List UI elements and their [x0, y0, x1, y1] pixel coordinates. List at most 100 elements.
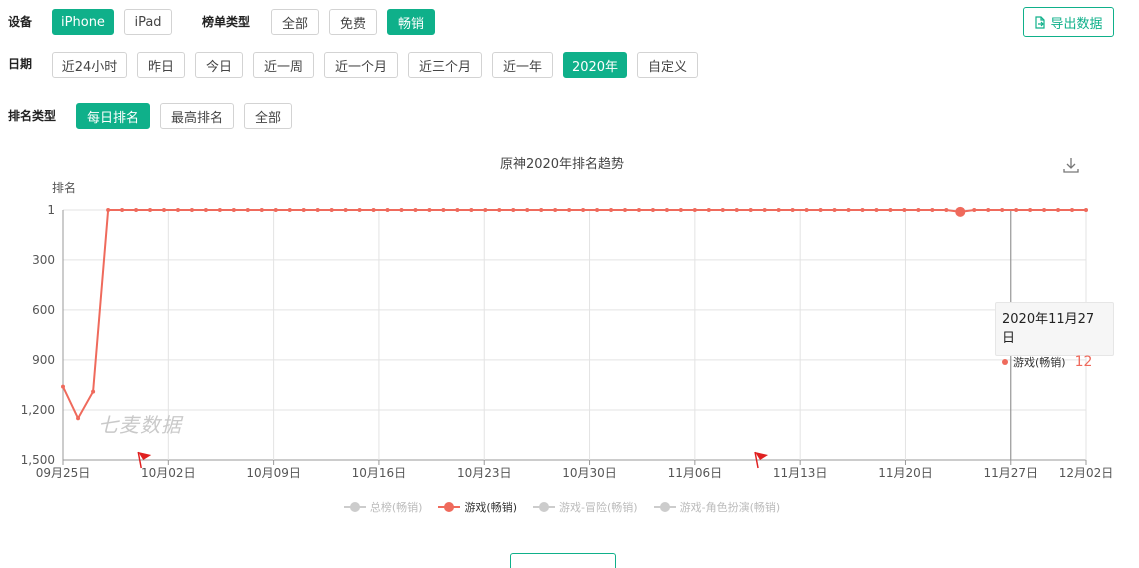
data-point — [888, 208, 893, 212]
data-point — [231, 208, 236, 212]
data-point — [818, 208, 823, 212]
data-point — [357, 208, 362, 212]
y-tick-label: 1,200 — [21, 403, 55, 417]
data-point — [1056, 208, 1061, 212]
legend-item-rpg[interactable]: 游戏-角色扮演(畅销) — [653, 499, 780, 515]
data-point — [91, 389, 96, 394]
data-point — [175, 208, 180, 212]
series-line-games — [62, 209, 1086, 421]
data-point — [427, 208, 432, 212]
data-point — [162, 208, 167, 212]
y-tick-label: 1,500 — [21, 453, 55, 467]
x-tick-label: 10月09日 — [246, 466, 301, 480]
legend-marker — [653, 502, 676, 512]
data-point — [259, 208, 264, 212]
data-point — [650, 208, 655, 212]
data-point — [902, 208, 907, 212]
x-tick-label: 11月13日 — [773, 466, 828, 480]
data-point — [61, 384, 65, 389]
data-point — [273, 208, 278, 212]
data-point — [203, 208, 208, 212]
legend-item-games[interactable]: 游戏(畅销) — [438, 499, 517, 515]
data-point — [664, 208, 669, 212]
data-point — [581, 208, 586, 212]
data-point — [874, 208, 879, 212]
data-point — [315, 208, 320, 212]
x-tick-label: 10月30日 — [562, 466, 617, 480]
data-point — [692, 208, 697, 212]
data-point — [916, 208, 921, 212]
data-point — [748, 208, 753, 212]
tooltip-value: 12 — [1074, 354, 1093, 370]
x-tick-label: 10月02日 — [141, 466, 196, 480]
data-point — [930, 208, 935, 212]
x-tick-label: 10月16日 — [352, 466, 407, 480]
data-point — [76, 416, 81, 421]
data-point — [413, 208, 418, 212]
data-point — [287, 208, 292, 212]
rank-trend-chart: 1 300 600 900 1,200 1,500 09月25日 10月02日 10月09日 1… — [21, 154, 1113, 480]
data-point — [455, 208, 460, 212]
data-point — [148, 208, 153, 212]
x-tick-label: 11月20日 — [878, 466, 933, 480]
data-point — [609, 208, 614, 212]
data-point — [706, 208, 711, 212]
data-point — [1028, 208, 1033, 212]
data-point — [399, 208, 404, 212]
data-point — [189, 208, 194, 212]
y-tick-label: 1 — [47, 203, 55, 217]
data-point — [846, 208, 851, 212]
series-points — [61, 206, 1088, 421]
data-point — [1070, 208, 1075, 212]
data-point — [734, 208, 739, 212]
data-point — [790, 208, 795, 212]
data-point — [134, 208, 139, 212]
data-point — [1084, 208, 1088, 212]
x-tick-label: 09月25日 — [36, 466, 91, 480]
data-point — [385, 208, 390, 212]
data-point — [525, 208, 530, 212]
x-tick-label: 10月23日 — [457, 466, 512, 480]
data-point — [678, 208, 683, 212]
highlight-point — [955, 206, 966, 217]
data-point — [483, 208, 488, 212]
data-point — [636, 208, 641, 212]
data-point — [301, 208, 306, 212]
x-tick-label: 11月06日 — [668, 466, 723, 480]
data-point — [441, 208, 446, 212]
data-point — [720, 208, 725, 212]
data-point — [860, 208, 865, 212]
bottom-more-button[interactable] — [510, 553, 616, 568]
data-point — [469, 208, 474, 212]
y-axis-ticks: 1 300 600 900 1,200 1,500 — [21, 203, 55, 467]
legend-label: 游戏-冒险(畅销) — [559, 501, 638, 514]
chart-tooltip: 2020年11月27日 游戏(畅销) 12 — [995, 302, 1114, 370]
data-point — [371, 208, 376, 212]
data-point — [623, 208, 628, 212]
legend-marker — [533, 502, 556, 512]
tooltip-series-name: 游戏(畅销) — [1013, 356, 1066, 369]
data-point — [553, 208, 558, 212]
data-point — [343, 208, 348, 212]
data-point — [329, 208, 334, 212]
legend-marker — [438, 502, 461, 512]
data-point — [567, 208, 572, 212]
y-tick-label: 900 — [32, 353, 55, 367]
y-tick-label: 300 — [32, 253, 55, 267]
chart-grid — [62, 209, 1087, 465]
legend-item-adventure[interactable]: 游戏-冒险(畅销) — [533, 499, 638, 515]
data-point — [944, 208, 949, 212]
tooltip-series-dot — [1002, 359, 1008, 365]
data-point — [986, 208, 991, 212]
data-point — [1042, 208, 1047, 212]
legend-item-overall[interactable]: 总榜(畅销) — [343, 499, 422, 515]
data-point — [595, 208, 600, 212]
download-icon[interactable] — [1060, 154, 1082, 176]
data-point — [511, 208, 516, 212]
legend-label: 游戏(畅销) — [464, 501, 518, 514]
data-point — [832, 208, 837, 212]
y-tick-label: 600 — [32, 303, 55, 317]
series-lines — [62, 209, 1086, 421]
legend-marker — [343, 502, 366, 512]
data-point — [762, 208, 767, 212]
